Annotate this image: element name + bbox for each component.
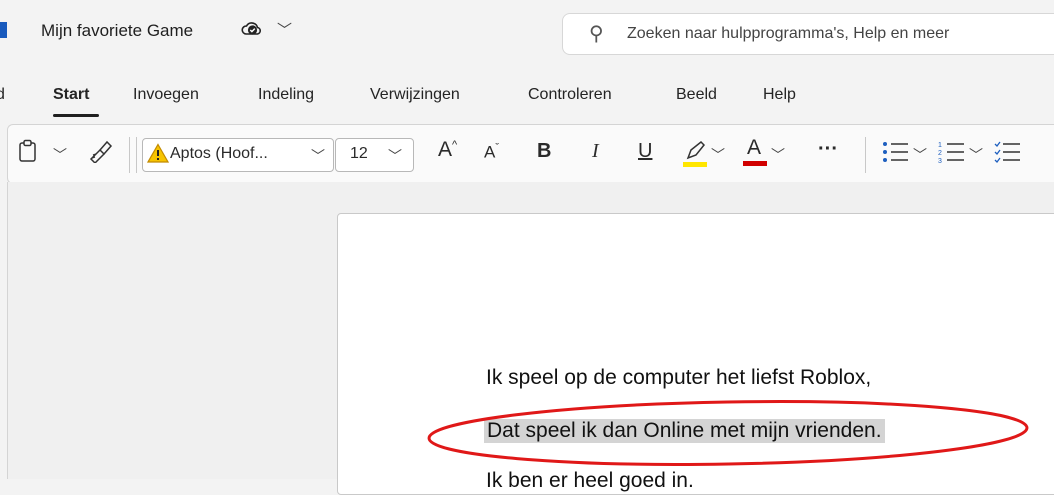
bold-button[interactable]: B [537,140,551,163]
toolbar-divider [865,137,866,173]
italic-button[interactable]: I [592,140,599,163]
brush-icon [89,140,113,165]
title-bar: Mijn favoriete Game ﹀ ⚲ Zoeken naar hulp… [0,0,1054,62]
document-title[interactable]: Mijn favoriete Game [41,21,193,41]
font-color-chevron-down-icon[interactable]: ﹀ [771,145,785,165]
title-chevron-down-icon[interactable]: ﹀ [277,19,292,40]
font-size-value: 12 [350,145,368,162]
number-list-icon: 1 2 3 [938,142,964,165]
warning-triangle-icon [146,143,170,163]
document-line-selected[interactable]: Dat speel ik dan Online met mijn vriende… [484,419,885,443]
checklist-icon [994,141,1020,163]
paste-clipboard-icon[interactable] [18,139,38,168]
svg-text:3: 3 [938,158,942,164]
tab-beeld[interactable]: Beeld [676,86,717,104]
search-icon: ⚲ [589,23,604,45]
caret-up-icon: ^ [452,139,458,151]
word-app-icon [0,22,7,38]
format-painter-icon[interactable] [88,139,114,168]
search-box[interactable]: ⚲ Zoeken naar hulpprogramma's, Help en m… [562,13,1054,55]
svg-text:1: 1 [938,142,942,149]
tab-controleren[interactable]: Controleren [528,86,612,104]
cloud-sync-icon[interactable] [241,19,263,44]
font-size-dropdown[interactable]: 12 ﹀ [335,138,414,172]
document-line-3[interactable]: Ik ben er heel goed in. [486,469,694,493]
svg-text:2: 2 [938,150,942,157]
cloud-sync-icon-graphic [241,22,261,35]
font-name-value: Aptos (Hoof... [170,145,268,162]
multilevel-list-icon[interactable] [994,140,1022,169]
tab-help[interactable]: Help [763,86,796,104]
highlight-color-button[interactable] [682,138,708,173]
underline-button[interactable]: U [638,140,652,163]
warning-icon [146,143,170,168]
tab-invoegen[interactable]: Invoegen [133,86,199,104]
bullets-list-icon[interactable] [882,140,910,169]
grow-font-button[interactable]: A^ [438,138,457,162]
search-input[interactable]: Zoeken naar hulpprogramma's, Help en mee… [627,25,949,43]
tab-bestand-partial[interactable]: d [0,86,5,104]
toolbar-divider [129,137,130,173]
font-color-button[interactable]: A [743,136,767,166]
active-tab-indicator [53,114,99,117]
font-name-dropdown[interactable]: Aptos (Hoof... ﹀ [142,138,334,172]
tab-start[interactable]: Start [53,86,89,104]
clipboard-icon [19,139,36,162]
document-line-1[interactable]: Ik speel op de computer het liefst Roblo… [486,366,871,390]
paste-chevron-down-icon[interactable]: ﹀ [53,145,67,165]
tab-indeling[interactable]: Indeling [258,86,314,104]
bullet-list-icon [883,142,908,162]
caret-down-icon: ˇ [495,142,500,154]
font-color-swatch [743,161,767,166]
ribbon-tabs: d Start Invoegen Indeling Verwijzingen C… [0,62,1054,120]
more-options-button[interactable]: ··· [818,138,838,161]
highlighter-icon [683,140,707,167]
numbered-list-icon[interactable]: 1 2 3 [938,140,966,169]
font-color-letter: A [746,136,761,159]
font-size-chevron-down-icon: ﹀ [388,148,402,164]
bullets-chevron-down-icon[interactable]: ﹀ [913,145,927,165]
highlight-color-swatch [683,162,707,167]
highlight-chevron-down-icon[interactable]: ﹀ [711,145,725,165]
toolbar-divider [136,137,137,173]
shrink-font-button[interactable]: Aˇ [484,142,499,163]
shrink-font-letter: A [484,142,496,162]
document-page[interactable] [337,213,1054,495]
font-name-chevron-down-icon: ﹀ [311,148,325,164]
grow-font-letter: A [438,138,453,161]
numbered-chevron-down-icon[interactable]: ﹀ [969,145,983,165]
tab-verwijzingen[interactable]: Verwijzingen [370,86,460,104]
ribbon-toolbar: ﹀ Aptos (Hoof... ﹀ 12 ﹀ A^ Aˇ B I U ﹀ A … [7,124,1054,184]
